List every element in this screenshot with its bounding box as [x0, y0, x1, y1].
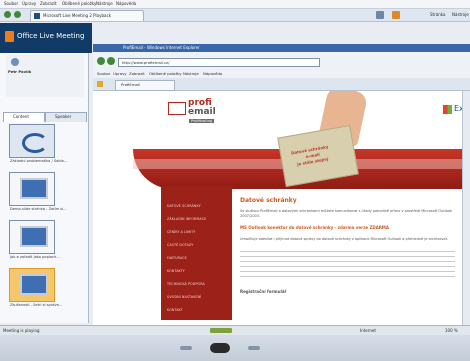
outer-menu-bar: Soubor Úpravy Zobrazit Oblíbené položky …: [0, 0, 470, 9]
favorites-icon[interactable]: [97, 81, 103, 87]
forward-icon[interactable]: [248, 346, 260, 350]
body-paragraph: Umožňuje odesílat i přijímat datové zprá…: [240, 237, 449, 241]
live-meeting-icon: [34, 13, 40, 19]
outer-tab-title: Microsoft Live Meeting 2 Playback: [43, 13, 111, 18]
outer-tab[interactable]: Microsoft Live Meeting 2 Playback: [30, 10, 144, 21]
monitor-icon: [20, 226, 48, 247]
play-button[interactable]: [210, 343, 230, 353]
slide-caption-2: Demo-slide stránka - Zatím si...: [10, 207, 67, 211]
status-internet: Internet: [360, 328, 376, 333]
status-left: Meeting is playing: [3, 328, 40, 333]
monitor-icon: [20, 274, 48, 295]
status-zoom[interactable]: 100 %: [445, 328, 458, 333]
menu-edit[interactable]: Úpravy: [22, 1, 36, 6]
office-logo-icon: [5, 31, 14, 42]
nav-item-4[interactable]: ČASTÉ DOTAZY: [167, 243, 193, 247]
address-text: http://www.profiemail.cz/: [122, 60, 170, 65]
forward-icon[interactable]: [107, 57, 115, 65]
vertical-scrollbar[interactable]: [462, 91, 470, 327]
slide-thumb-4-selected[interactable]: [9, 268, 55, 302]
presenter-name: Petr Pavlík: [8, 69, 32, 74]
subheading: MS Outlook konektor do datové schránky -…: [240, 225, 389, 230]
nav-item-2[interactable]: ZÁKLADNÍ INFORMACE: [167, 217, 206, 221]
nav-item-1[interactable]: DATOVÉ SCHRÁNKY: [167, 204, 201, 208]
inner-menu-favorites[interactable]: Oblíbené položky: [149, 71, 182, 76]
slide-caption-1: Základní problematika / Šablo...: [10, 159, 68, 163]
home-icon[interactable]: [376, 11, 384, 19]
inner-window-titlebar: ProfiEmail - Windows Internet Explorer: [93, 44, 470, 52]
tab-content-label: Content: [13, 114, 29, 119]
thumbnail-tabs: Content Speaker: [3, 112, 87, 122]
windows-flag-icon: [443, 105, 452, 114]
page-menu[interactable]: Stránka: [430, 12, 445, 17]
slide-thumb-2[interactable]: [9, 172, 55, 206]
loop-arrow-icon: [22, 133, 48, 153]
nav-item-3[interactable]: CENÍKY A LIMITY: [167, 230, 195, 234]
monitor-icon: [20, 178, 48, 199]
inner-window-title: ProfiEmail - Windows Internet Explorer: [123, 45, 200, 50]
nav-item-7[interactable]: TECHNICKÁ PODPORA: [167, 282, 205, 286]
slide-caption-3: Jak-e zařadit jako poplach...: [10, 255, 60, 259]
address-bar[interactable]: http://www.profiemail.cz/: [118, 58, 320, 67]
logo-text-bottom: email: [188, 107, 216, 117]
registration-link[interactable]: Registrační formulář: [240, 289, 287, 294]
inner-menu-edit[interactable]: Úpravy: [113, 71, 127, 76]
playback-progress-icon[interactable]: [210, 328, 232, 333]
tools-menu[interactable]: Nástroje: [452, 12, 469, 17]
favorites-star-icon[interactable]: [4, 11, 11, 18]
add-favorites-icon[interactable]: [14, 11, 21, 18]
web-page: Datové schránky e-mail je stále stejný p…: [93, 91, 470, 327]
slide-caption-4: Zkušenosti - Setri si správe...: [10, 303, 63, 307]
menu-help[interactable]: Nápověda: [116, 1, 136, 6]
nav-item-6[interactable]: KONTAKTY: [167, 269, 185, 273]
menu-favorites[interactable]: Oblíbené položky: [62, 1, 96, 6]
slide-thumb-1[interactable]: [9, 124, 55, 158]
live-meeting-brand: Office Live Meeting: [17, 32, 85, 40]
presenter-avatar-icon: [11, 58, 19, 66]
intro-paragraph: Se službou ProfiEmail a datovými schránk…: [240, 209, 453, 218]
page-heading: Datové schránky: [240, 197, 297, 204]
card-line-3: je stále stejný: [296, 156, 329, 167]
inner-tab-row: ProfiEmail: [93, 78, 470, 91]
live-meeting-header: Office Live Meeting: [0, 23, 92, 53]
rewind-icon[interactable]: [180, 346, 192, 350]
envelope-logo-icon: [168, 102, 186, 115]
presenter-box: Petr Pavlík: [6, 55, 84, 97]
playback-bar: [0, 335, 470, 361]
menu-view[interactable]: Zobrazit: [40, 1, 57, 6]
inner-menu-tools[interactable]: Nástroje: [183, 71, 199, 76]
slide-thumb-3[interactable]: [9, 220, 55, 254]
inner-menu-help[interactable]: Nápověda: [203, 71, 222, 76]
site-navigation: DATOVÉ SCHRÁNKY ZÁKLADNÍ INFORMACE CENÍK…: [161, 186, 232, 320]
logo-sub: ProfiHosting: [189, 119, 215, 123]
text-lines: [240, 251, 455, 279]
back-icon[interactable]: [97, 57, 105, 65]
feeds-icon[interactable]: [392, 11, 400, 19]
nav-item-8[interactable]: ÚVODNÍ NASTAVENÍ: [167, 295, 201, 299]
slide-thumbnail-list: Základní problematika / Šablo... Demo-sl…: [0, 122, 88, 322]
tab-speaker-label: Speaker: [55, 114, 72, 119]
menu-file[interactable]: Soubor: [4, 1, 18, 6]
inner-menu-file[interactable]: Soubor: [97, 71, 110, 76]
inner-tab-title: ProfiEmail: [121, 82, 140, 87]
nav-item-5[interactable]: FAKTURACE: [167, 256, 187, 260]
menu-tools[interactable]: Nástroje: [96, 1, 113, 6]
nav-item-9[interactable]: KONTAKT: [167, 308, 183, 312]
inner-menu-view[interactable]: Zobrazit: [129, 71, 145, 76]
